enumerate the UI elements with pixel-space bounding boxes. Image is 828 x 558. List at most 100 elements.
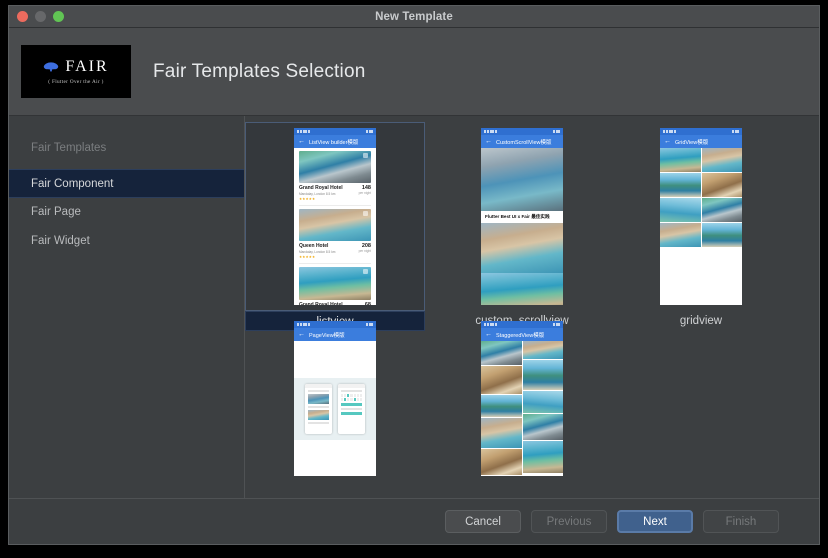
template-label: gridview	[621, 311, 781, 331]
hero-photo	[481, 148, 563, 211]
hotel-location: Mandalay, London 8.5 km	[299, 192, 343, 196]
template-label	[245, 476, 425, 496]
template-tile-listview[interactable]: ← ListView builder模版 Grand Royal Hotel M…	[245, 122, 425, 331]
sidebar: Fair Templates Fair Component Fair Page …	[9, 116, 245, 498]
button-label: Next	[643, 516, 667, 528]
template-tile-gridview[interactable]: ← GridView模版	[621, 122, 781, 331]
hotel-card: Queen Hotel Mandalay, London 8.5 km ★★★★…	[294, 206, 376, 261]
status-bar	[660, 128, 742, 135]
app-bar-title: StaggeredView模版	[496, 331, 544, 339]
sidebar-item-fair-page[interactable]: Fair Page	[9, 198, 244, 227]
photo-grid	[660, 148, 742, 247]
carousel-card	[305, 384, 332, 434]
sidebar-item-label: Fair Page	[31, 206, 81, 218]
grid-photo	[660, 148, 701, 172]
grid-photo	[481, 395, 522, 417]
hotel-card: Grand Royal Hotel Mandalay, London 8.5 k…	[294, 148, 376, 203]
pageview-carousel	[294, 378, 376, 440]
button-label: Finish	[726, 516, 757, 528]
tile-thumbnail[interactable]: ← ListView builder模版 Grand Royal Hotel M…	[245, 122, 425, 311]
sidebar-item-label: Fair Component	[31, 178, 113, 190]
hotel-photo	[299, 151, 371, 183]
section-photo	[481, 273, 563, 305]
hotel-photo	[299, 267, 371, 300]
rating-stars: ★★★★★	[299, 255, 335, 259]
app-bar: ← ListView builder模版	[294, 135, 376, 148]
tile-thumbnail[interactable]: ← CustomScrollView模版 Flutter Best UI x F…	[442, 122, 602, 311]
back-arrow-icon: ←	[664, 138, 671, 145]
status-bar	[294, 321, 376, 328]
grid-photo	[523, 341, 564, 359]
app-bar-title: CustomScrollView模版	[496, 138, 552, 146]
logo-subtitle: ( Flutter Over the Air )	[48, 79, 104, 85]
banner-text: Flutter Best UI x Fair 最佳实践	[481, 211, 563, 223]
template-label	[442, 476, 602, 496]
app-bar-title: ListView builder模版	[309, 138, 358, 146]
dialog-footer: Cancel Previous Next Finish	[9, 498, 819, 544]
app-bar: ← PageView模版	[294, 328, 376, 341]
grid-photo	[660, 223, 701, 247]
grid-photo	[702, 173, 743, 197]
button-label: Cancel	[465, 516, 501, 528]
template-gallery: ← ListView builder模版 Grand Royal Hotel M…	[245, 116, 819, 498]
sidebar-item-fair-widget[interactable]: Fair Widget	[9, 227, 244, 256]
status-bar	[481, 128, 563, 135]
tile-thumbnail[interactable]: ← PageView模版	[245, 321, 425, 476]
staggered-grid	[481, 341, 563, 475]
hotel-price: 68	[365, 302, 371, 305]
app-bar: ← CustomScrollView模版	[481, 135, 563, 148]
phone-mockup: ← PageView模版	[294, 321, 376, 476]
rating-stars: ★★★★★	[299, 197, 343, 201]
grid-photo	[523, 441, 564, 473]
dialog-header: FAIR ( Flutter Over the Air ) Fair Templ…	[9, 28, 819, 116]
logo-wordmark: FAIR	[65, 59, 108, 75]
app-bar-title: PageView模版	[309, 331, 345, 339]
phone-mockup: ← CustomScrollView模版 Flutter Best UI x F…	[481, 128, 563, 305]
back-arrow-icon: ←	[298, 138, 305, 145]
back-arrow-icon: ←	[485, 331, 492, 338]
title-bar: New Template	[9, 6, 819, 28]
back-arrow-icon: ←	[298, 331, 305, 338]
phone-mockup: ← GridView模版	[660, 128, 742, 305]
grid-photo	[523, 360, 564, 390]
grid-photo	[523, 391, 564, 413]
template-tile-custom-scrollview[interactable]: ← CustomScrollView模版 Flutter Best UI x F…	[442, 122, 602, 331]
app-bar-title: GridView模版	[675, 138, 708, 146]
grid-photo	[660, 173, 701, 197]
carousel-card	[338, 384, 365, 434]
phone-mockup: ← ListView builder模版 Grand Royal Hotel M…	[294, 128, 376, 305]
grid-photo	[702, 223, 743, 247]
previous-button[interactable]: Previous	[531, 510, 607, 533]
hotel-location: Mandalay, London 8.5 km	[299, 250, 335, 254]
sidebar-section-label: Fair Templates	[9, 138, 244, 158]
hotel-name: Queen Hotel	[299, 243, 335, 249]
cloud-icon	[43, 61, 59, 73]
sidebar-item-fair-component[interactable]: Fair Component	[9, 169, 244, 198]
hotel-price-unit: per night	[359, 249, 371, 253]
page-title: Fair Templates Selection	[153, 61, 366, 83]
template-tile-pageview[interactable]: ← PageView模版	[245, 321, 425, 496]
dialog-body: Fair Templates Fair Component Fair Page …	[9, 116, 819, 498]
favorite-icon	[363, 269, 368, 274]
status-bar	[481, 321, 563, 328]
cancel-button[interactable]: Cancel	[445, 510, 521, 533]
grid-photo	[481, 418, 522, 448]
grid-photo	[702, 198, 743, 222]
tile-thumbnail[interactable]: ← StaggeredView模版	[442, 321, 602, 476]
app-bar: ← StaggeredView模版	[481, 328, 563, 341]
favorite-icon	[363, 153, 368, 158]
grid-photo	[702, 148, 743, 172]
back-arrow-icon: ←	[485, 138, 492, 145]
tile-thumbnail[interactable]: ← GridView模版	[621, 122, 781, 311]
next-button[interactable]: Next	[617, 510, 693, 533]
hotel-price-unit: per night	[359, 191, 371, 195]
template-tile-staggeredview[interactable]: ← StaggeredView模版	[442, 321, 602, 496]
favorite-icon	[363, 211, 368, 216]
grid-photo	[481, 341, 522, 365]
resize-grip[interactable]	[11, 534, 19, 542]
grid-photo	[523, 414, 564, 440]
hotel-card: Grand Royal Hotel 68	[294, 264, 376, 305]
finish-button[interactable]: Finish	[703, 510, 779, 533]
section-photo	[481, 223, 563, 273]
grid-photo	[481, 366, 522, 394]
